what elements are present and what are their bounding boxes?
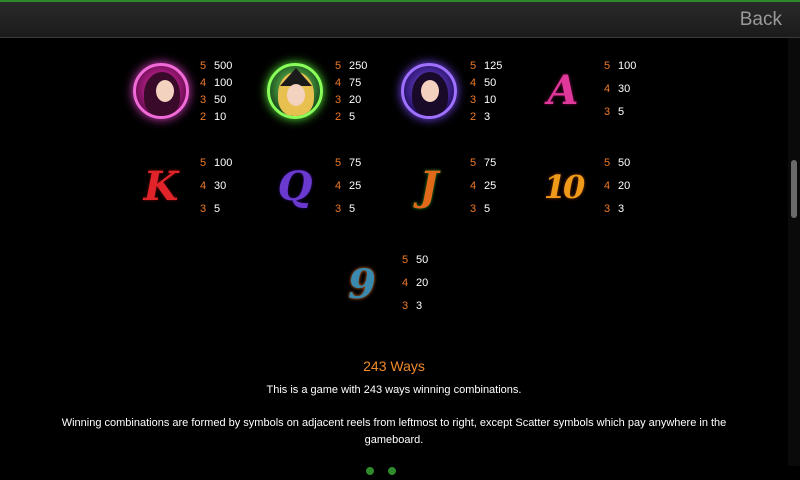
green-witch-symbol-icon (266, 62, 324, 120)
ways-title: 243 Ways (363, 358, 425, 374)
back-button[interactable]: Back (740, 9, 782, 31)
top-bar: Back (0, 0, 800, 38)
letter-k-symbol-icon: K (143, 163, 179, 210)
page-dot[interactable] (366, 467, 374, 475)
letter-q-symbol-icon: Q (277, 163, 313, 210)
purple-witch-symbol-icon (400, 62, 458, 120)
pink-witch-symbol-icon (132, 62, 190, 120)
scrollbar-thumb[interactable] (791, 160, 797, 218)
number-10-symbol-icon: 10 (543, 168, 585, 206)
page-indicator (366, 462, 410, 480)
letter-a-symbol-icon: A (547, 67, 579, 114)
winning-rule-text: Winning combinations are formed by symbo… (61, 417, 727, 446)
scrollbar-track[interactable] (788, 38, 800, 466)
number-9-symbol-icon: 9 (348, 261, 376, 308)
paytable-content: 5 500 4 100 3 50 2 10 5 250 4 75 3 20 25 5 125 4… (0, 38, 788, 475)
letter-j-symbol-icon: J (419, 163, 439, 210)
page-dot[interactable] (388, 467, 396, 475)
ways-description: This is a game with 243 ways winning com… (266, 384, 522, 396)
